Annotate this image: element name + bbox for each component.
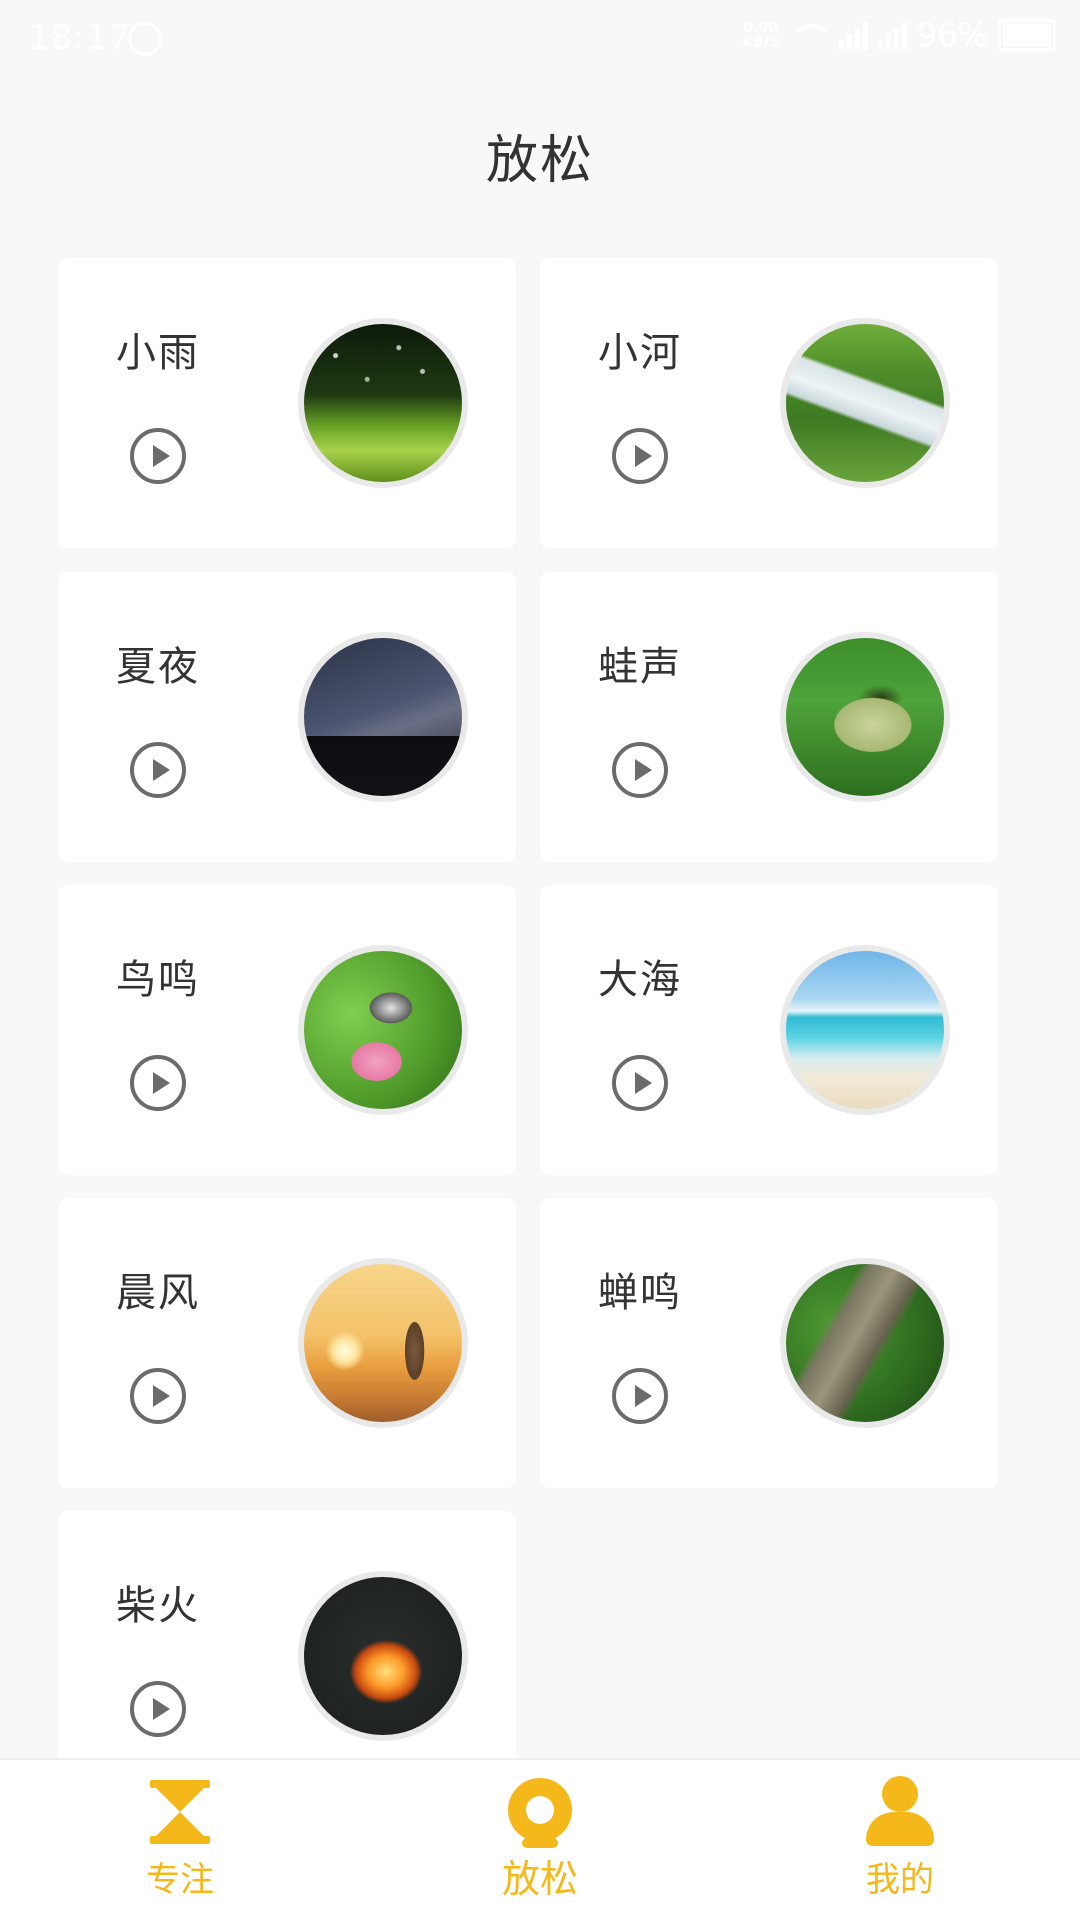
nav-label: 专注	[146, 1860, 214, 1900]
sound-card-morning-breeze[interactable]: 晨风	[58, 1198, 516, 1488]
battery-icon	[998, 19, 1056, 51]
network-speed-text: 0.00 KB/S	[742, 20, 779, 50]
status-bar: 18:17 0.00 KB/S 96%	[0, 0, 1080, 72]
play-icon[interactable]	[130, 1681, 186, 1737]
river-image	[780, 318, 950, 488]
hourglass-icon	[150, 1780, 210, 1844]
sound-name: 晨风	[116, 1270, 200, 1316]
sound-card-cicada[interactable]: 蝉鸣	[540, 1198, 998, 1488]
sound-name: 蛙声	[598, 644, 682, 690]
nav-label: 我的	[866, 1860, 934, 1900]
sound-name: 柴火	[116, 1583, 200, 1629]
sea-image	[780, 945, 950, 1115]
sound-card-summer-night[interactable]: 夏夜	[58, 572, 516, 862]
play-icon[interactable]	[612, 742, 668, 798]
rain-grass-image	[298, 318, 468, 488]
sound-name: 小河	[598, 330, 682, 376]
alarm-icon	[128, 22, 162, 56]
campfire-image	[298, 1571, 468, 1741]
user-icon	[866, 1776, 934, 1846]
play-icon[interactable]	[130, 742, 186, 798]
play-icon[interactable]	[130, 1368, 186, 1424]
status-right: 0.00 KB/S 96%	[742, 16, 1056, 54]
signal-2-icon	[877, 20, 907, 50]
play-icon[interactable]	[612, 1055, 668, 1111]
sound-name: 大海	[598, 957, 682, 1003]
wifi-icon	[788, 20, 829, 50]
play-icon[interactable]	[612, 428, 668, 484]
sound-card-rain[interactable]: 小雨	[58, 258, 516, 548]
bird-image	[298, 945, 468, 1115]
cicada-image	[780, 1258, 950, 1428]
status-time: 18:17	[28, 18, 131, 58]
sound-name: 鸟鸣	[116, 957, 200, 1003]
sound-name: 夏夜	[116, 644, 200, 690]
nav-relax[interactable]: 放松	[440, 1760, 640, 1920]
sound-card-sea[interactable]: 大海	[540, 885, 998, 1175]
battery-percent: 96%	[916, 16, 988, 54]
nav-label: 放松	[501, 1857, 578, 1901]
page-title: 放松	[485, 131, 594, 191]
bottom-nav: 专注 放松 我的	[0, 1758, 1080, 1920]
relax-icon	[508, 1778, 572, 1848]
frog-image	[780, 632, 950, 802]
summer-night-image	[298, 632, 468, 802]
play-icon[interactable]	[130, 428, 186, 484]
morning-breeze-image	[298, 1258, 468, 1428]
sound-card-river[interactable]: 小河	[540, 258, 998, 548]
sound-name: 小雨	[116, 330, 200, 376]
play-icon[interactable]	[612, 1368, 668, 1424]
play-icon[interactable]	[130, 1055, 186, 1111]
relax-screen: 18:17 0.00 KB/S 96% 放松 小雨 小河 夏夜 蛙声 鸟鸣 大海…	[0, 0, 1080, 1920]
network-speed: 0.00 KB/S	[742, 21, 779, 49]
nav-mine[interactable]: 我的	[800, 1760, 1000, 1920]
sound-card-frog[interactable]: 蛙声	[540, 572, 998, 862]
sound-card-bird[interactable]: 鸟鸣	[58, 885, 516, 1175]
nav-focus[interactable]: 专注	[80, 1760, 280, 1920]
sound-name: 蝉鸣	[598, 1270, 682, 1316]
signal-icon	[838, 20, 868, 50]
